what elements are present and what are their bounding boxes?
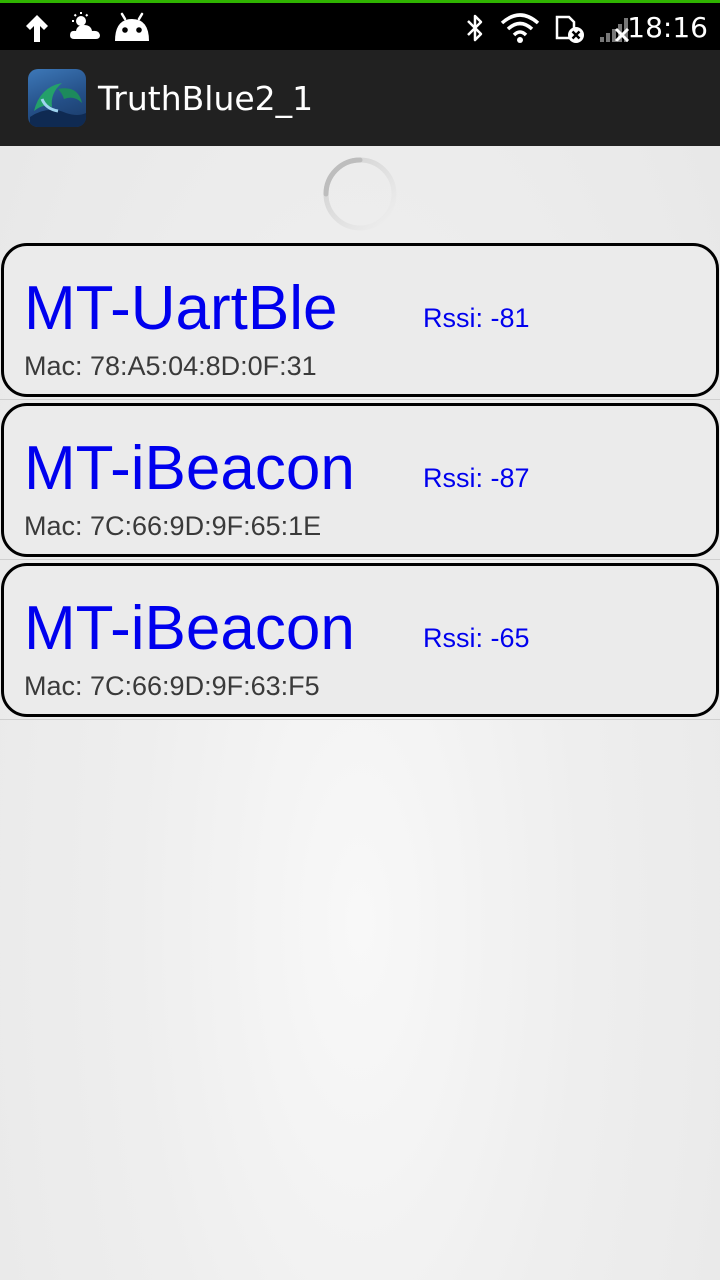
device-mac-address: Mac: 7C:66:9D:9F:65:1E xyxy=(24,511,322,541)
progress-spinner-icon xyxy=(323,157,397,231)
device-mac-address: Mac: 7C:66:9D:9F:63:F5 xyxy=(24,671,320,701)
device-name: MT-UartBle xyxy=(24,274,338,343)
device-rssi: Rssi: -81 xyxy=(423,303,530,333)
device-card[interactable]: MT-UartBle Rssi: -81 Mac: 78:A5:04:8D:0F… xyxy=(1,243,719,397)
device-mac-address: Mac: 78:A5:04:8D:0F:31 xyxy=(24,351,317,381)
status-bar: 18:16 xyxy=(0,0,720,50)
app-logo-graphic xyxy=(30,83,86,127)
sim-error-icon xyxy=(555,15,584,43)
bluetooth-icon xyxy=(467,14,483,42)
android-robot-icon xyxy=(115,12,149,41)
device-name: MT-iBeacon xyxy=(24,594,355,663)
status-bar-clock: 18:16 xyxy=(627,11,708,44)
device-card[interactable]: MT-iBeacon Rssi: -65 Mac: 7C:66:9D:9F:63… xyxy=(1,563,719,717)
device-list-item[interactable]: MT-UartBle Rssi: -81 Mac: 78:A5:04:8D:0F… xyxy=(0,240,720,400)
device-name: MT-iBeacon xyxy=(24,434,355,503)
device-list-item[interactable]: MT-iBeacon Rssi: -65 Mac: 7C:66:9D:9F:63… xyxy=(0,560,720,720)
device-rssi: Rssi: -65 xyxy=(423,623,530,653)
upload-arrow-icon xyxy=(26,15,48,42)
wifi-icon xyxy=(500,13,540,43)
app-title: TruthBlue2_1 xyxy=(98,79,314,118)
action-bar: TruthBlue2_1 xyxy=(0,50,720,146)
device-list: MT-UartBle Rssi: -81 Mac: 78:A5:04:8D:0F… xyxy=(0,240,720,720)
device-rssi: Rssi: -87 xyxy=(423,463,530,493)
app-logo-icon[interactable] xyxy=(28,69,86,127)
device-list-item[interactable]: MT-iBeacon Rssi: -87 Mac: 7C:66:9D:9F:65… xyxy=(0,400,720,560)
weather-cloud-sun-icon xyxy=(70,12,100,39)
device-card[interactable]: MT-iBeacon Rssi: -87 Mac: 7C:66:9D:9F:65… xyxy=(1,403,719,557)
